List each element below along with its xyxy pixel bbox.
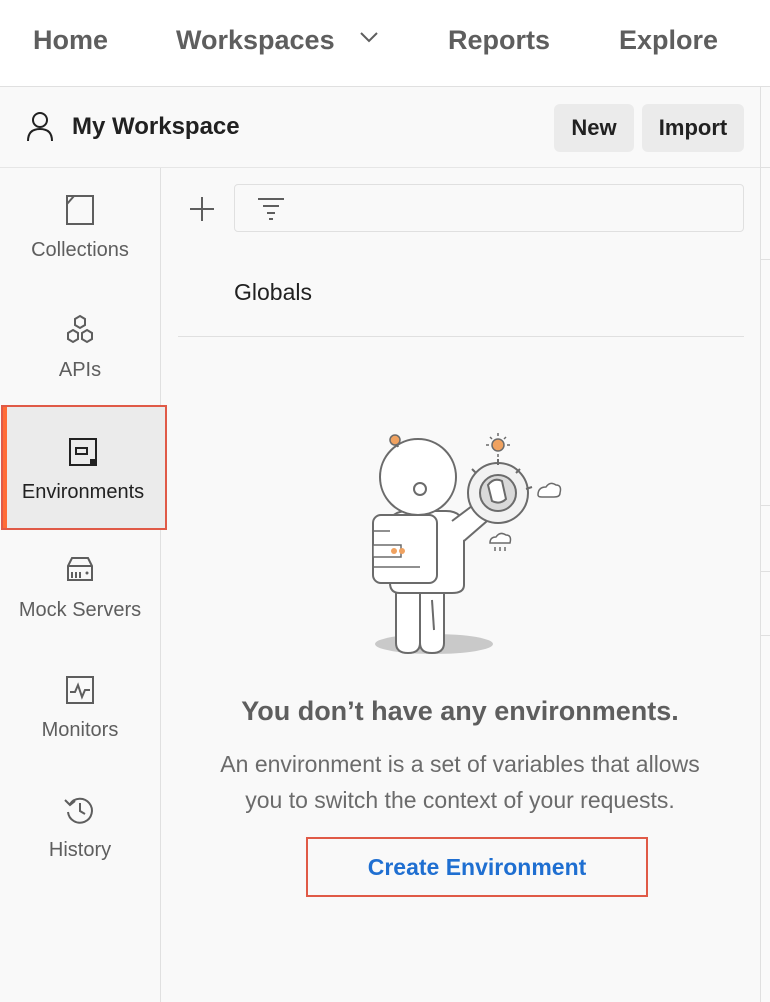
history-icon: [64, 797, 93, 824]
sidebar-item-label: Mock Servers: [18, 599, 142, 621]
filter-input[interactable]: [234, 184, 744, 232]
nav-workspaces[interactable]: Workspaces: [176, 22, 378, 58]
add-environment-icon[interactable]: [188, 195, 216, 223]
workspace-header: My Workspace New Import: [0, 87, 760, 168]
chevron-down-icon: [360, 32, 378, 43]
sidebar-item-monitors[interactable]: Monitors: [0, 648, 160, 768]
sidebar-item-environments[interactable]: Environments: [1, 405, 167, 530]
apis-icon: [67, 314, 93, 344]
empty-state-description: An environment is a set of variables tha…: [185, 746, 735, 818]
empty-state-description-line1: An environment is a set of variables tha…: [220, 751, 700, 777]
nav-workspaces-label: Workspaces: [176, 25, 335, 55]
empty-state-description-line2: you to switch the context of your reques…: [245, 787, 675, 813]
mock-servers-icon: [67, 557, 93, 581]
sidebar-item-apis[interactable]: APIs: [0, 288, 160, 408]
right-pane-edge: [760, 87, 770, 1002]
empty-state-title: You don’t have any environments.: [241, 696, 679, 726]
sidebar-item-label: Environments: [21, 481, 145, 503]
new-button[interactable]: New: [554, 104, 634, 152]
active-indicator: [3, 407, 7, 528]
nav-reports[interactable]: Reports: [448, 22, 550, 58]
top-navigation: Home Workspaces Reports Explore: [0, 0, 770, 87]
divider: [178, 336, 744, 337]
import-button[interactable]: Import: [642, 104, 744, 152]
astronaut-illustration: [372, 433, 562, 655]
globals-item[interactable]: Globals: [234, 278, 312, 306]
user-icon: [27, 112, 53, 142]
sidebar-item-label: Monitors: [41, 719, 119, 741]
nav-explore[interactable]: Explore: [619, 22, 718, 58]
sidebar-item-label: History: [48, 839, 112, 861]
nav-home[interactable]: Home: [33, 22, 108, 58]
sidebar-item-history[interactable]: History: [0, 768, 160, 888]
monitors-icon: [66, 676, 94, 704]
filter-icon: [258, 198, 284, 220]
create-environment-button[interactable]: Create Environment: [306, 837, 648, 897]
sidebar-item-mock-servers[interactable]: Mock Servers: [0, 528, 160, 648]
environments-icon: [69, 438, 97, 466]
sidebar: Collections APIs Environments Mock Serve…: [0, 168, 167, 1002]
sidebar-item-label: APIs: [58, 359, 102, 381]
workspace-title: My Workspace: [72, 113, 240, 140]
sidebar-item-collections[interactable]: Collections: [0, 168, 160, 288]
sidebar-item-label: Collections: [31, 239, 129, 261]
collections-icon: [66, 195, 94, 225]
